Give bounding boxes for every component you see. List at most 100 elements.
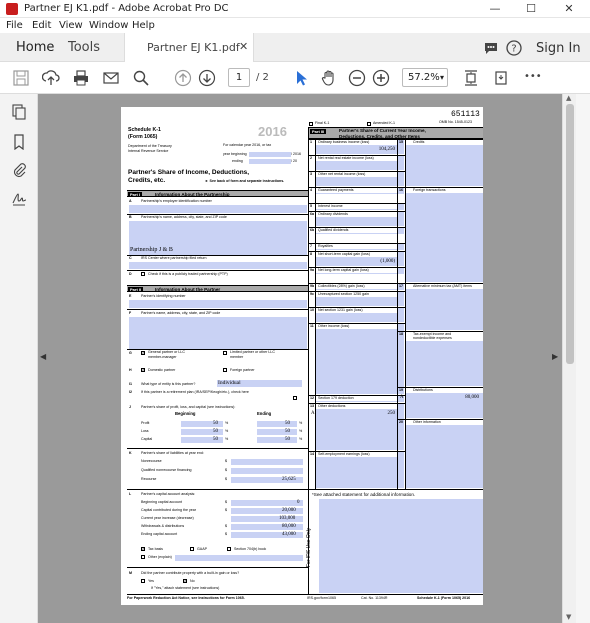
line-l9b-field[interactable] (316, 289, 397, 290)
minimize-button[interactable]: — (480, 1, 510, 17)
tab-home[interactable]: Home (16, 40, 54, 55)
ptp-checkbox[interactable] (141, 272, 145, 276)
retirement-plan-checkbox[interactable] (293, 396, 297, 400)
line-l20-field[interactable] (406, 425, 483, 488)
qnf-field[interactable] (231, 468, 303, 474)
page-thumbnails-icon[interactable] (11, 104, 27, 120)
line-l3-field[interactable] (316, 177, 397, 186)
m-yes-checkbox[interactable] (141, 579, 145, 583)
mail-icon[interactable] (102, 69, 120, 87)
zoom-select[interactable]: 57.2% ▾ (402, 68, 448, 87)
limited-partner-checkbox[interactable] (223, 351, 227, 355)
menu-help[interactable]: Help (132, 20, 155, 31)
arrow-up-icon[interactable] (174, 69, 192, 87)
menu-view[interactable]: View (59, 20, 83, 31)
line-l11-field[interactable] (316, 329, 397, 394)
tax-basis-checkbox[interactable]: X (141, 547, 145, 551)
line-l2-field[interactable] (316, 161, 397, 170)
more-tools-button[interactable]: ••• (524, 71, 542, 82)
line-l9a-code-field[interactable] (398, 268, 404, 274)
line-l13-code-field[interactable] (398, 404, 404, 450)
line-l5-code-field[interactable] (398, 204, 404, 210)
line-l17-field[interactable] (406, 289, 483, 330)
hand-icon[interactable] (320, 69, 338, 87)
line-l10-code-field[interactable] (398, 308, 404, 322)
line-l7-field[interactable] (316, 249, 397, 250)
line-l6b-code-field[interactable] (398, 228, 404, 234)
cursor-icon[interactable] (292, 69, 310, 87)
line-l8-code-field[interactable] (398, 252, 404, 266)
capital-ending-field[interactable] (257, 437, 297, 443)
l-beginning-field[interactable] (231, 500, 303, 506)
line-l15-field[interactable] (406, 145, 483, 186)
vertical-scrollbar[interactable]: ▲ ▼ (562, 94, 576, 623)
page-number-input[interactable]: 1 (228, 68, 250, 87)
final-k1-checkbox[interactable] (309, 122, 313, 126)
line-l9a-field[interactable] (316, 273, 397, 274)
line-l2-code-field[interactable] (398, 156, 404, 170)
line-l10-field[interactable] (316, 313, 397, 322)
save-icon[interactable] (12, 69, 30, 87)
line-l6a-code-field[interactable] (398, 212, 404, 226)
line-l9c-code-field[interactable] (398, 292, 404, 306)
amended-k1-checkbox[interactable] (367, 122, 371, 126)
general-partner-checkbox[interactable]: X (141, 351, 145, 355)
line-l6a-field[interactable] (316, 217, 397, 226)
partner-name-field[interactable] (129, 317, 307, 349)
sign-in-button[interactable]: Sign In (536, 41, 581, 56)
other-explain-field[interactable] (175, 555, 303, 561)
scroll-up-icon[interactable]: ▲ (566, 94, 571, 102)
year-beginning-field[interactable] (249, 152, 291, 157)
irs-center-field[interactable] (129, 262, 307, 269)
profit-ending-field[interactable] (257, 421, 297, 427)
tab-tools[interactable]: Tools (68, 40, 100, 55)
gaap-checkbox[interactable] (190, 547, 194, 551)
maximize-button[interactable]: ☐ (516, 1, 546, 17)
line-l4-field[interactable] (316, 193, 397, 194)
tab-document[interactable]: Partner EJ K1.pdf ✕ (124, 33, 254, 63)
help-icon[interactable]: ? (506, 40, 522, 56)
comment-icon[interactable] (483, 40, 499, 56)
print-icon[interactable] (72, 69, 90, 87)
minus-circle-icon[interactable] (348, 69, 366, 87)
plus-circle-icon[interactable] (372, 69, 390, 87)
fit-page-icon[interactable] (462, 69, 480, 87)
arrow-down-icon[interactable] (198, 69, 216, 87)
line-l16-field[interactable] (406, 193, 483, 282)
line-l14-field[interactable] (316, 457, 397, 488)
expand-right-icon[interactable]: ▶ (552, 352, 559, 362)
rotate-view-icon[interactable] (492, 69, 510, 87)
ending-field[interactable] (249, 159, 291, 164)
upload-icon[interactable] (42, 69, 60, 87)
close-button[interactable]: ✕ (554, 1, 584, 17)
line-l6b-field[interactable] (316, 233, 397, 234)
line-l14-code-field[interactable] (398, 452, 404, 488)
attachment-icon[interactable] (11, 162, 27, 178)
line-l9c-field[interactable] (316, 297, 397, 306)
line-l18-field[interactable] (406, 341, 483, 386)
other-explain-checkbox[interactable] (141, 555, 145, 559)
bookmark-icon[interactable] (11, 134, 27, 150)
menu-edit[interactable]: Edit (32, 20, 51, 31)
signature-icon[interactable] (11, 190, 27, 206)
menu-window[interactable]: Window (89, 20, 128, 31)
scroll-down-icon[interactable]: ▼ (566, 613, 571, 621)
menu-file[interactable]: File (6, 20, 23, 31)
line-l12-field[interactable] (316, 401, 397, 402)
tab-close-icon[interactable]: ✕ (239, 40, 248, 53)
collapse-left-icon[interactable]: ◀ (40, 352, 47, 362)
m-no-checkbox[interactable]: X (183, 579, 187, 583)
partnership-ein-field[interactable] (129, 205, 307, 213)
search-icon[interactable] (132, 69, 150, 87)
line-l13-field[interactable] (316, 409, 397, 450)
line-l5-field[interactable] (316, 209, 397, 210)
foreign-partner-checkbox[interactable] (223, 368, 227, 372)
domestic-partner-checkbox[interactable]: X (141, 368, 145, 372)
section-704b-checkbox[interactable] (227, 547, 231, 551)
line-l7-code-field[interactable] (398, 244, 404, 250)
loss-ending-field[interactable] (257, 429, 297, 435)
partner-id-field[interactable] (129, 300, 307, 308)
nonrecourse-field[interactable] (231, 459, 303, 465)
line-l3-code-field[interactable] (398, 172, 404, 186)
scrollbar-thumb[interactable] (566, 104, 574, 364)
